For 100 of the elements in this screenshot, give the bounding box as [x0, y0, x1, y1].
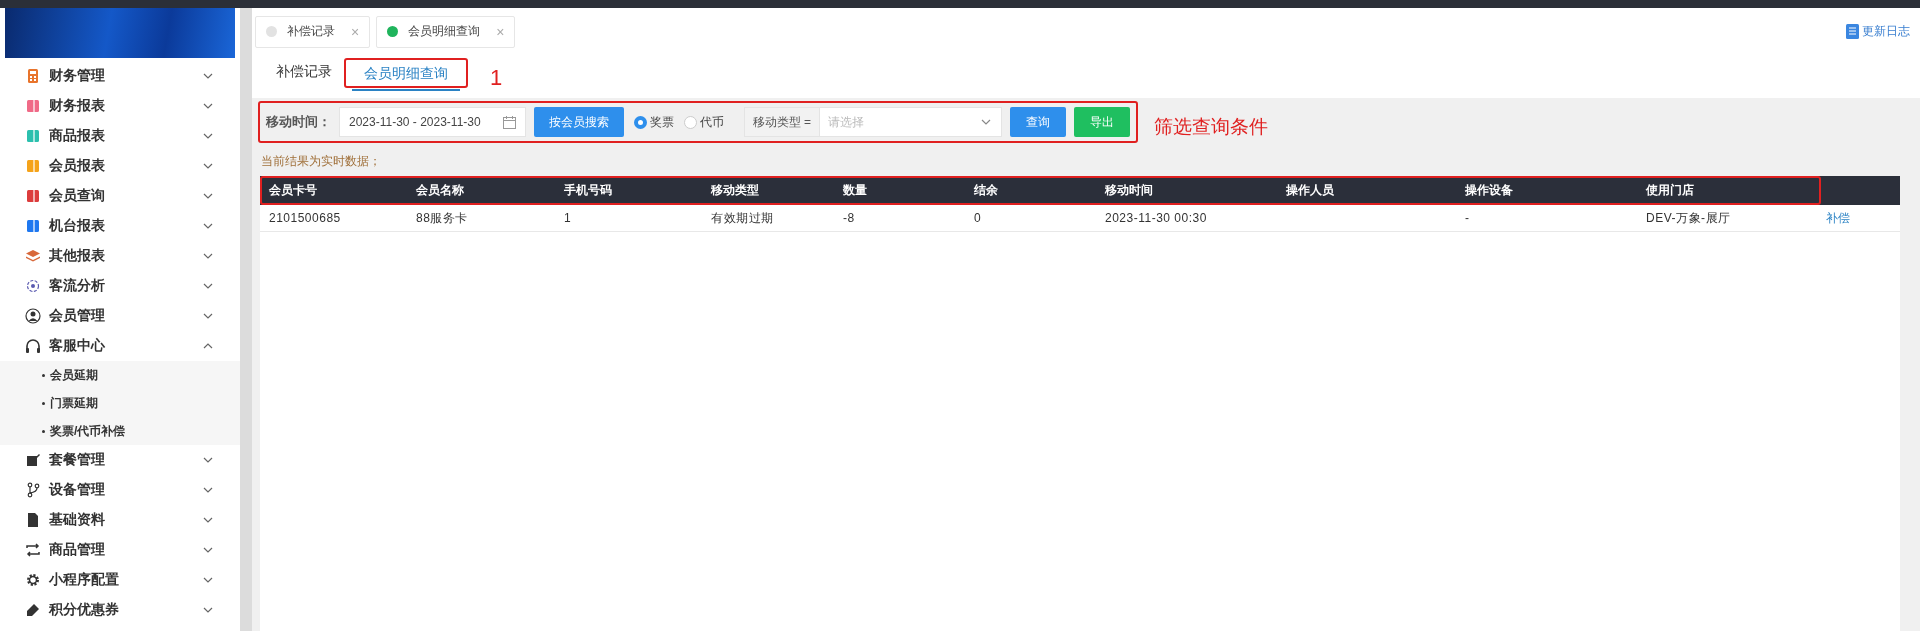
column-header: 会员卡号 [268, 182, 318, 199]
column-header: 操作设备 [1464, 182, 1514, 199]
sidebar-item[interactable]: 积分优惠券 [0, 595, 240, 625]
page-tab[interactable]: 会员明细查询 × [376, 15, 516, 48]
table-cell-text: 2101500685 [268, 211, 342, 225]
sidebar-item-label: 会员报表 [49, 157, 106, 175]
file-icon [25, 512, 41, 528]
calendar-icon [502, 115, 516, 129]
chevron-down-icon [203, 457, 213, 463]
sub-tab[interactable]: 会员明细查询 [352, 57, 460, 91]
sidebar-item[interactable]: 会员管理 [0, 301, 240, 331]
sidebar-item-label: 会员查询 [49, 187, 106, 205]
chevron-down-icon [203, 103, 213, 109]
branch-icon [25, 482, 41, 498]
chevron-down-icon [203, 283, 213, 289]
table-cell-text: -8 [842, 211, 856, 225]
book-icon [1846, 24, 1859, 39]
chevron-up-icon [203, 343, 213, 349]
sidebar-item[interactable]: 机台报表 [0, 211, 240, 241]
sidebar-item[interactable]: 财务报表 [0, 91, 240, 121]
column-header: 数量 [842, 182, 868, 199]
column-header: 移动类型 [710, 182, 760, 199]
sidebar-subitem[interactable]: 门票延期 [0, 389, 240, 417]
book-icon [25, 188, 41, 204]
book-icon [25, 128, 41, 144]
column-header: 手机号码 [563, 182, 613, 199]
user-icon [25, 308, 41, 324]
sidebar-item-label: 基础资料 [49, 511, 106, 529]
table-cell-text: DEV-万象-展厅 [1645, 209, 1732, 227]
column-header: 会员名称 [415, 182, 465, 199]
sidebar-item[interactable]: 商品管理 [0, 535, 240, 565]
notice-text: 当前结果为实时数据； [261, 153, 382, 170]
status-dot [387, 26, 399, 37]
column-header: 操作人员 [1285, 182, 1335, 199]
radio-option[interactable]: 奖票 [633, 113, 674, 131]
sidebar-item-label: 客流分析 [49, 277, 106, 295]
chevron-down-icon [203, 253, 213, 259]
table-cell-text: 1 [563, 211, 573, 225]
book-icon [25, 98, 41, 114]
sidebar-item[interactable]: 设备管理 [0, 475, 240, 505]
sidebar-item-label: 套餐管理 [49, 451, 106, 469]
chevron-down-icon [203, 223, 213, 229]
sidebar-item[interactable]: 小程序配置 [0, 565, 240, 595]
chevron-down-icon [203, 133, 213, 139]
tag-icon [25, 602, 41, 618]
chevron-down-icon [203, 517, 213, 523]
sidebar-item-label: 机台报表 [49, 217, 106, 235]
column-header: 使用门店 [1645, 182, 1695, 199]
headset-icon [25, 338, 41, 354]
column-header: 移动时间 [1104, 182, 1154, 199]
sidebar-item-label: 财务管理 [49, 67, 106, 85]
layers-icon [25, 248, 41, 264]
chevron-down-icon [203, 607, 213, 613]
compensate-link[interactable]: 补偿 [1826, 209, 1850, 227]
sidebar-item-label: 财务报表 [49, 97, 106, 115]
sidebar-item[interactable]: 其他报表 [0, 241, 240, 271]
page-tab-label: 会员明细查询 [408, 23, 481, 40]
sidebar-item[interactable]: 财务管理 [0, 61, 240, 91]
chevron-down-icon [203, 547, 213, 553]
sidebar-subitem[interactable]: 会员延期 [0, 361, 240, 389]
update-log-link[interactable]: 更新日志 [1846, 23, 1910, 40]
sidebar-item-label: 积分优惠券 [49, 601, 120, 619]
sidebar-item-label: 设备管理 [49, 481, 106, 499]
page-tab-label: 补偿记录 [287, 23, 335, 40]
table-cell-text: 2023-11-30 00:30 [1104, 211, 1208, 225]
field-label: 移动时间： [266, 113, 331, 131]
edit-icon [25, 452, 41, 468]
status-dot [266, 26, 277, 37]
sidebar-item[interactable]: 基础资料 [0, 505, 240, 535]
chevron-down-icon [980, 119, 991, 125]
sub-tab[interactable]: 补偿记录 [264, 55, 344, 91]
sidebar-item[interactable]: 会员查询 [0, 181, 240, 211]
gear-icon [25, 572, 41, 588]
annotation-label: 1 [490, 65, 503, 91]
sidebar-item[interactable]: 商品报表 [0, 121, 240, 151]
sidebar-item-label: 小程序配置 [49, 571, 120, 589]
date-range-field[interactable]: 2023-11-30 - 2023-11-30 [339, 107, 526, 137]
page-tab[interactable]: 补偿记录 × [255, 15, 371, 48]
sidebar-item-label: 商品管理 [49, 541, 106, 559]
book-icon [25, 218, 41, 234]
sidebar-subitem[interactable]: 奖票/代币补偿 [0, 417, 240, 445]
sidebar-item[interactable]: 套餐管理 [0, 445, 240, 475]
sidebar-item[interactable]: 会员报表 [0, 151, 240, 181]
chevron-down-icon [203, 577, 213, 583]
target-icon [25, 278, 41, 294]
sidebar-item[interactable]: 客流分析 [0, 271, 240, 301]
radio-option[interactable]: 代币 [683, 113, 724, 131]
sidebar-item-label: 商品报表 [49, 127, 106, 145]
type-select[interactable]: 移动类型 = 请选择 [743, 107, 1002, 137]
table-cell-text: - [1464, 211, 1471, 225]
sidebar-item[interactable]: 客服中心 [0, 331, 240, 361]
sidebar-item-label: 客服中心 [49, 337, 106, 355]
column-header: 结余 [973, 182, 999, 199]
chevron-down-icon [203, 313, 213, 319]
calculator-icon [25, 68, 41, 84]
table-cell-text: 有效期过期 [710, 209, 775, 227]
chevron-down-icon [203, 163, 213, 169]
table-cell-text: 88服务卡 [415, 209, 469, 227]
book-icon [25, 158, 41, 174]
annotation-label: 筛选查询条件 [1153, 115, 1268, 139]
